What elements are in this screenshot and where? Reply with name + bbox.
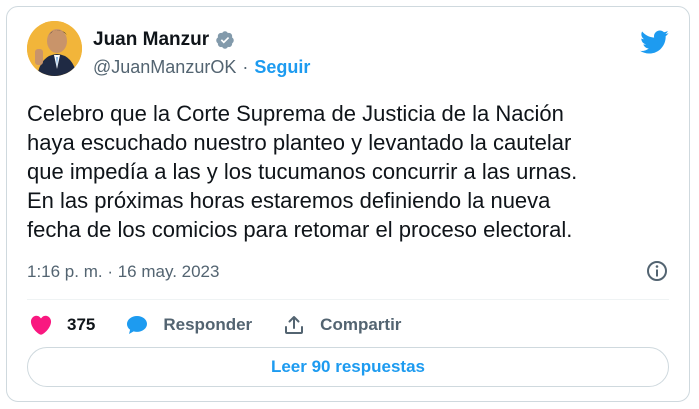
follow-button[interactable]: Seguir — [254, 57, 310, 78]
like-button[interactable]: 375 — [29, 313, 95, 337]
reply-button[interactable]: Responder — [125, 313, 252, 337]
twitter-bird-icon[interactable] — [639, 27, 669, 57]
author-name[interactable]: Juan Manzur — [93, 29, 209, 51]
info-icon[interactable] — [645, 259, 669, 283]
verified-badge-icon — [216, 31, 234, 49]
avatar[interactable] — [27, 21, 82, 76]
likes-count: 375 — [67, 315, 96, 334]
action-bar: 375 Responder Compartir — [29, 309, 431, 341]
share-label: Compartir — [320, 315, 402, 334]
handle-row: @JuanManzurOK · Seguir — [93, 57, 310, 78]
separator-dot: · — [242, 57, 249, 77]
tweet-timestamp[interactable]: 1:16 p. m. · 16 may. 2023 — [27, 262, 219, 282]
speech-bubble-icon — [127, 316, 148, 334]
tweet-card: Juan Manzur @JuanManzurOK · Seguir Celeb… — [6, 6, 690, 402]
read-replies-button[interactable]: Leer 90 respuestas — [27, 347, 669, 387]
heart-icon — [30, 315, 52, 335]
divider — [27, 299, 669, 300]
reply-label: Responder — [163, 315, 253, 334]
author-handle[interactable]: @JuanManzurOK — [93, 57, 236, 78]
tweet-text: Celebro que la Corte Suprema de Justicia… — [27, 101, 578, 242]
author-name-row: Juan Manzur — [93, 29, 235, 51]
share-upload-icon — [285, 316, 304, 334]
avatar-image — [27, 21, 82, 76]
share-button[interactable]: Compartir — [282, 313, 401, 337]
